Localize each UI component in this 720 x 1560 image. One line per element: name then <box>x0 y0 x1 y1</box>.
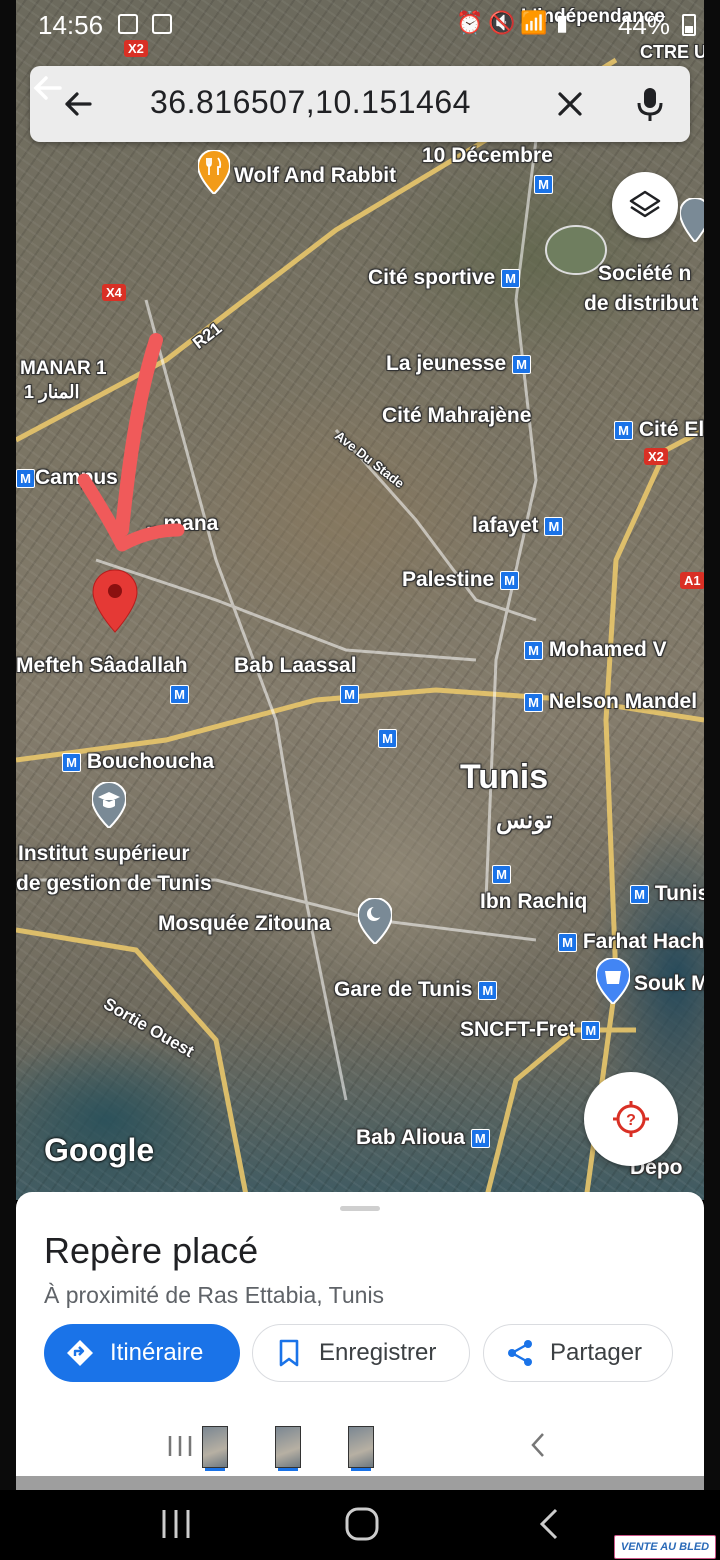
map-label-tunis-ar[interactable]: تونس <box>496 806 552 835</box>
share-button[interactable]: Partager <box>483 1324 673 1382</box>
map-label-cite-el[interactable]: M Cité El <box>614 418 704 442</box>
map-label-tunis-station[interactable]: M Tunis <box>630 882 704 906</box>
signal-icon: ▮ <box>556 10 569 35</box>
recent-thumbnail[interactable] <box>275 1426 301 1471</box>
map-label-tunis[interactable]: Tunis <box>460 758 548 797</box>
gallery-notification-icon <box>152 14 172 34</box>
map-label-bouchoucha[interactable]: M Bouchoucha <box>62 750 214 774</box>
dropped-pin-marker-icon[interactable] <box>90 568 140 634</box>
annotation-arrow <box>77 333 185 552</box>
screenshot-left-border <box>0 0 16 1490</box>
metro-marker-north[interactable]: M <box>534 172 553 196</box>
recent-back-chevron-icon[interactable] <box>526 1430 550 1460</box>
search-bar[interactable]: 36.816507,10.151464 <box>30 66 690 142</box>
place-subtitle: À proximité de Ras Ettabia, Tunis <box>44 1282 385 1308</box>
metro-marker-center[interactable]: M <box>378 726 397 750</box>
map-label-palestine[interactable]: Palestine M <box>402 568 520 592</box>
recent-thumbnail[interactable] <box>348 1426 374 1471</box>
map-label-farhat-hached[interactable]: M Farhat Hach <box>558 930 704 954</box>
school-pin-icon[interactable] <box>92 782 126 828</box>
recent-apps-icon[interactable] <box>156 1504 196 1544</box>
map-label-ibn-rachiq[interactable]: Ibn Rachiq <box>480 890 587 914</box>
map-label-mefteh[interactable]: Mefteh Sâadallah <box>16 654 188 678</box>
map-label-nelson-mandela[interactable]: M Nelson Mandel <box>524 690 697 714</box>
status-time: 14:56 <box>38 10 104 40</box>
metro-marker-bab-laassal[interactable]: M <box>340 682 359 706</box>
map-label-dix-decembre[interactable]: 10 Décembre <box>422 144 553 168</box>
map-label-cite-mahrajene[interactable]: Cité Mahrajène <box>382 404 531 428</box>
svg-text:?: ? <box>626 1112 636 1129</box>
status-bar: 14:56 ⏰ 🔇 📶 ▮ 44% <box>16 0 704 52</box>
alarm-icon: ⏰ <box>456 10 484 35</box>
directions-label: Itinéraire <box>110 1339 204 1366</box>
road-shield-x4: X4 <box>102 284 126 301</box>
recent-apps-bars-icon[interactable] <box>166 1434 194 1458</box>
map-label-wolf-and-rabbit[interactable]: Wolf And Rabbit <box>234 164 396 188</box>
location-unknown-icon: ? <box>613 1101 649 1137</box>
map-label-mosquee-zitouna[interactable]: Mosquée Zitouna <box>158 912 331 936</box>
recent-thumbnail[interactable] <box>202 1426 228 1471</box>
system-navigation-bar <box>0 1490 720 1560</box>
map-label-la-jeunesse[interactable]: La jeunesse M <box>386 352 532 376</box>
battery-percentage: 44% <box>617 10 670 40</box>
layers-icon <box>629 190 661 218</box>
layers-button[interactable] <box>612 172 678 238</box>
microphone-icon[interactable] <box>630 84 670 124</box>
mute-icon: 🔇 <box>488 10 516 35</box>
bookmark-icon <box>279 1339 299 1367</box>
google-logo: Google <box>44 1132 155 1168</box>
restaurant-pin-icon[interactable] <box>198 150 230 194</box>
map-label-souk[interactable]: Souk M <box>634 972 704 996</box>
recent-apps-strip <box>16 1414 704 1476</box>
map-label-sncft-fret[interactable]: SNCFT-Fret M <box>460 1018 601 1042</box>
map-label-institut-1[interactable]: Institut supérieur <box>18 842 190 866</box>
map-label-gare-de-tunis[interactable]: Gare de Tunis M <box>334 978 498 1002</box>
save-label: Enregistrer <box>319 1339 437 1366</box>
stadium-shape <box>545 225 607 275</box>
map-label-institut-2[interactable]: de gestion de Tunis <box>16 872 212 896</box>
share-icon <box>508 1340 532 1366</box>
metro-marker-mefteh[interactable]: M <box>170 682 189 706</box>
metro-marker-ibn-rachiq[interactable]: M <box>492 862 511 886</box>
overlay-back-arrow-icon[interactable] <box>30 70 66 106</box>
mosque-pin-icon[interactable] <box>358 898 392 944</box>
screenshot-right-border <box>704 0 720 1490</box>
divider-strip <box>16 1476 704 1490</box>
partial-pin-icon[interactable] <box>680 198 704 242</box>
photo-notification-icon <box>118 14 138 34</box>
home-icon[interactable] <box>342 1504 382 1544</box>
map-label-cite-sportive[interactable]: Cité sportive M <box>368 266 521 290</box>
map-label-societe-2[interactable]: de distribut <box>584 292 698 316</box>
map-label-bab-alioua[interactable]: Bab Alioua M <box>356 1126 490 1150</box>
share-label: Partager <box>550 1339 643 1366</box>
directions-button[interactable]: Itinéraire <box>44 1324 240 1382</box>
place-title: Repère placé <box>44 1230 259 1271</box>
shopping-pin-icon[interactable] <box>596 958 630 1004</box>
road-shield-a1: A1 <box>680 572 704 589</box>
watermark-logo: VENTE AU BLED <box>614 1535 716 1559</box>
wifi-icon: 📶 <box>520 10 548 35</box>
clear-icon[interactable] <box>550 84 590 124</box>
screen: Wolf And Rabbit 10 Décembre L'indépendan… <box>0 0 720 1560</box>
sheet-drag-handle[interactable] <box>340 1206 380 1211</box>
directions-icon <box>67 1340 93 1366</box>
map-label-lafayet[interactable]: lafayet M <box>472 514 564 538</box>
map-label-mohamed-v[interactable]: M Mohamed V <box>524 638 667 662</box>
search-query-text[interactable]: 36.816507,10.151464 <box>150 84 471 121</box>
my-location-button[interactable]: ? <box>584 1072 678 1166</box>
battery-icon <box>682 14 696 36</box>
map-label-societe-1[interactable]: Société n <box>598 262 691 286</box>
road-shield-x2-right: X2 <box>644 448 668 465</box>
place-bottom-sheet[interactable]: Repère placé À proximité de Ras Ettabia,… <box>16 1192 704 1476</box>
map-label-bab-laassal[interactable]: Bab Laassal <box>234 654 357 678</box>
back-icon[interactable] <box>530 1504 570 1544</box>
save-button[interactable]: Enregistrer <box>252 1324 470 1382</box>
